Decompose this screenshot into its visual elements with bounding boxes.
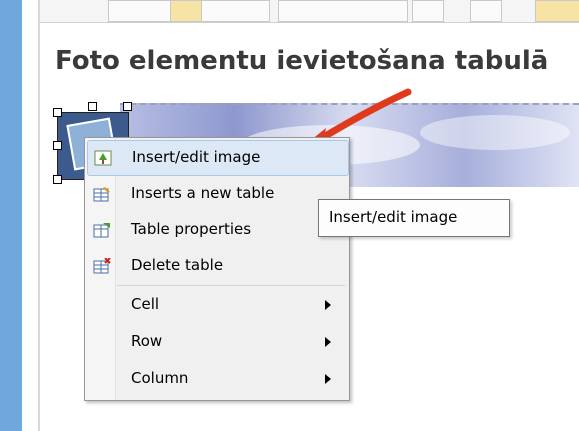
menu-item-label: Cell: [131, 295, 160, 313]
submenu-arrow-icon: [325, 300, 331, 310]
menu-item-insert-image[interactable]: Insert/edit image: [87, 140, 349, 176]
insert-table-icon: [93, 187, 110, 202]
resize-handle[interactable]: [88, 102, 97, 111]
cloud-shape: [420, 115, 570, 150]
toolbar-button[interactable]: [278, 0, 408, 22]
table-properties-icon: [93, 223, 110, 238]
left-gap: [22, 0, 38, 431]
left-sidebar-strip: [0, 0, 22, 431]
resize-handle[interactable]: [53, 108, 62, 117]
menu-item-label: Delete table: [131, 256, 224, 274]
context-menu: Insert/edit image Inserts a new table Ta…: [84, 137, 350, 401]
menu-item-cell[interactable]: Cell: [87, 288, 347, 322]
resize-handle[interactable]: [53, 141, 62, 150]
toolbar-button[interactable]: [535, 0, 579, 22]
resize-handle[interactable]: [53, 175, 62, 184]
menu-item-label: Table properties: [131, 220, 252, 238]
editor-left-border: [38, 0, 40, 431]
menu-item-label: Insert/edit image: [132, 148, 261, 166]
toolbar-button[interactable]: [470, 0, 502, 22]
menu-separator: [117, 285, 345, 286]
menu-item-row[interactable]: Row: [87, 325, 347, 359]
resize-handle[interactable]: [123, 102, 132, 111]
menu-item-delete-table[interactable]: Delete table: [87, 249, 347, 283]
menu-item-label: Column: [131, 369, 189, 387]
toolbar-button[interactable]: [412, 0, 444, 22]
editor-toolbar: [40, 0, 579, 23]
menu-item-column[interactable]: Column: [87, 362, 347, 396]
tooltip: Insert/edit image: [318, 199, 510, 237]
insert-image-icon: [94, 150, 112, 166]
toolbar-button[interactable]: [170, 0, 202, 22]
menu-item-label: Row: [131, 332, 163, 350]
tooltip-text: Insert/edit image: [329, 208, 458, 226]
menu-item-insert-table[interactable]: Inserts a new table: [87, 177, 347, 211]
page-heading: Foto elementu ievietošana tabulā: [55, 46, 549, 76]
menu-item-label: Inserts a new table: [131, 184, 275, 202]
submenu-arrow-icon: [325, 374, 331, 384]
delete-table-icon: [93, 258, 111, 274]
submenu-arrow-icon: [325, 337, 331, 347]
menu-item-table-properties[interactable]: Table properties: [87, 213, 347, 247]
